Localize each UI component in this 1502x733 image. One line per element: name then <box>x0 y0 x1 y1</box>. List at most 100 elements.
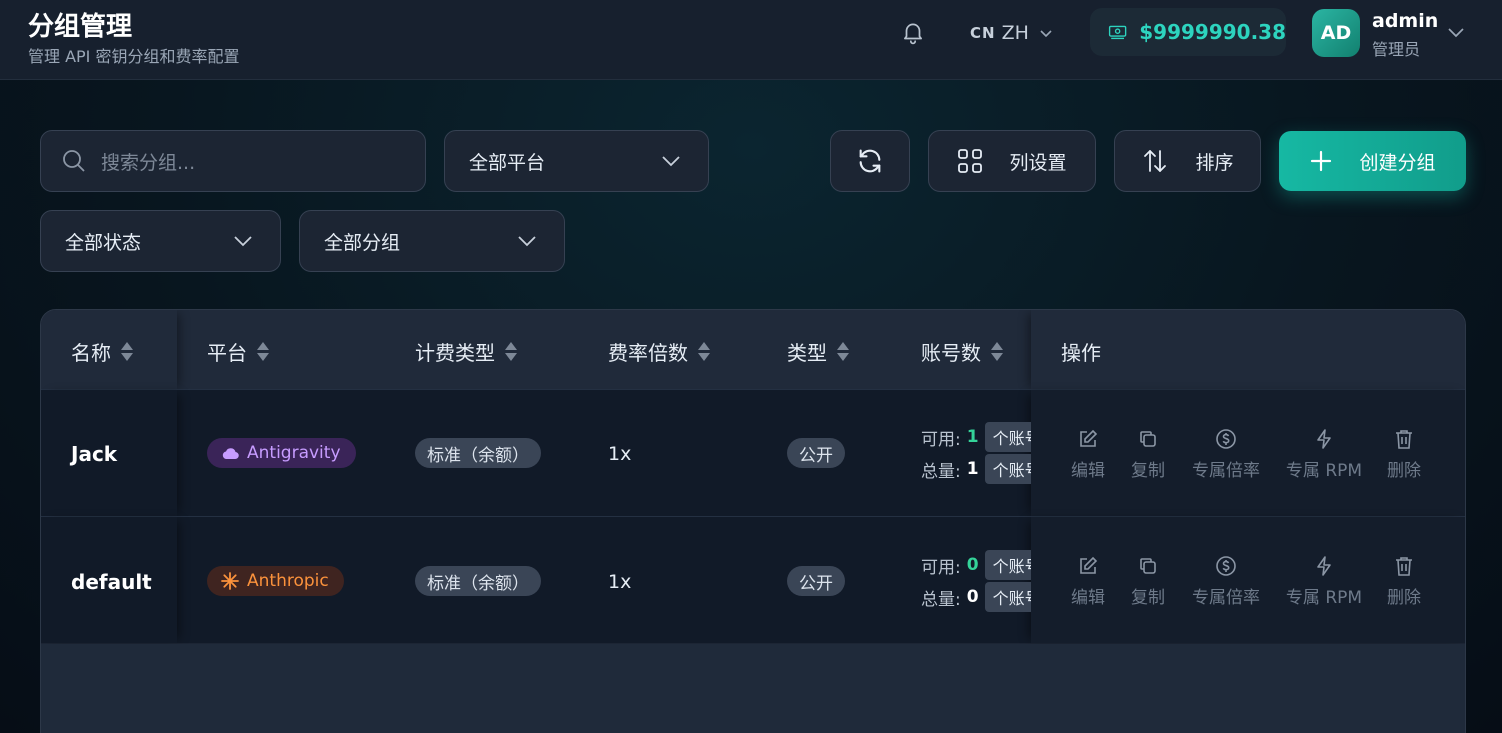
sort-label: 排序 <box>1195 151 1234 174</box>
edit-button[interactable]: 编辑 <box>1067 555 1109 608</box>
table-header: 名称 平台 计费类型 费率倍数 类型 账号数 操作 <box>41 310 1465 390</box>
refresh-button[interactable] <box>830 130 910 192</box>
platform-filter-select[interactable]: 全部平台 <box>444 130 709 192</box>
sort-icon <box>257 342 269 361</box>
sort-icon <box>121 342 133 361</box>
platform-name: Anthropic <box>247 571 329 591</box>
language-code: CN <box>970 24 996 42</box>
billing-badge: 标准（余额） <box>415 438 541 468</box>
dollar-circle-icon <box>1216 429 1236 449</box>
lightning-icon <box>1317 556 1331 576</box>
account-unit-tag: 个账号 <box>984 582 1031 612</box>
sort-button[interactable]: 排序 <box>1114 130 1261 192</box>
total-count: 1 <box>966 459 979 479</box>
column-settings-label: 列设置 <box>1009 151 1067 174</box>
total-count: 0 <box>966 587 979 607</box>
refresh-icon <box>859 149 881 173</box>
exclusive-rpm-button[interactable]: 专属 RPM <box>1283 428 1365 481</box>
table-empty-area <box>41 644 1465 733</box>
search-input[interactable]: 搜索分组... <box>40 130 426 192</box>
create-group-button[interactable]: 创建分组 <box>1279 131 1466 191</box>
language-label: ZH <box>1001 22 1029 44</box>
edit-label: 编辑 <box>1071 461 1105 481</box>
chevron-down-icon <box>662 156 680 167</box>
column-header-name[interactable]: 名称 <box>71 337 133 366</box>
cloud-icon <box>222 448 239 460</box>
column-header-platform[interactable]: 平台 <box>207 337 269 366</box>
table-row: Jack Antigravity 标准（余额） 1x 公开 可用: 1 个账号 … <box>41 389 1465 516</box>
money-icon <box>1108 25 1127 40</box>
available-line: 可用: 0 个账号 <box>921 549 1031 581</box>
trash-icon <box>1396 557 1412 576</box>
plus-icon <box>1311 150 1332 172</box>
search-icon <box>63 150 85 172</box>
exclusive-rate-button[interactable]: 专属倍率 <box>1187 555 1265 608</box>
edit-icon <box>1080 429 1098 447</box>
balance-amount: $9999990.38 <box>1139 20 1286 44</box>
column-settings-button[interactable]: 列设置 <box>928 130 1096 192</box>
sort-icon <box>698 342 710 361</box>
group-filter-select[interactable]: 全部分组 <box>299 210 565 272</box>
balance-badge: $9999990.38 <box>1090 8 1286 56</box>
column-header-type[interactable]: 类型 <box>787 337 849 366</box>
account-unit-tag: 个账号 <box>984 422 1031 452</box>
exclusive-rpm-label: 专属 RPM <box>1285 588 1363 608</box>
status-filter-select[interactable]: 全部状态 <box>40 210 281 272</box>
table-row: default Anthropic 标准（余额） 1x 公开 可用: 0 个账号… <box>41 516 1465 643</box>
groups-table: 名称 平台 计费类型 费率倍数 类型 账号数 操作 Jack Antigravi… <box>40 309 1466 733</box>
sort-icon <box>991 342 1003 361</box>
column-header-actions: 操作 <box>1061 337 1101 366</box>
account-count: 可用: 0 个账号 总量: 0 个账号 <box>921 549 1031 619</box>
exclusive-rate-label: 专属倍率 <box>1192 588 1260 608</box>
group-filter-value: 全部分组 <box>324 231 401 254</box>
available-label: 可用: <box>921 429 961 450</box>
bell-icon[interactable] <box>900 19 926 45</box>
chevron-down-icon <box>1040 30 1052 38</box>
platform-filter-value: 全部平台 <box>469 151 546 174</box>
exclusive-rpm-label: 专属 RPM <box>1285 461 1363 481</box>
trash-icon <box>1396 430 1412 449</box>
copy-button[interactable]: 复制 <box>1127 428 1169 481</box>
platform-badge: Antigravity <box>207 438 356 468</box>
lightning-icon <box>1317 429 1331 449</box>
chevron-down-icon[interactable] <box>1446 22 1466 42</box>
dollar-circle-icon <box>1216 556 1236 576</box>
column-header-label: 名称 <box>71 341 111 365</box>
column-header-label: 费率倍数 <box>608 341 688 365</box>
type-badge: 公开 <box>787 438 845 468</box>
account-count: 可用: 1 个账号 总量: 1 个账号 <box>921 421 1031 491</box>
language-selector[interactable]: CN ZH <box>970 22 1053 44</box>
available-count: 1 <box>966 427 979 447</box>
column-header-rate[interactable]: 费率倍数 <box>608 337 710 366</box>
sort-icon <box>505 342 517 361</box>
type-badge: 公开 <box>787 566 845 596</box>
user-role: 管理员 <box>1372 40 1421 59</box>
exclusive-rpm-button[interactable]: 专属 RPM <box>1283 555 1365 608</box>
row-actions: 编辑 复制 专属倍率 专属 RPM 删除 <box>1067 555 1425 608</box>
exclusive-rate-label: 专属倍率 <box>1192 461 1260 481</box>
column-header-label: 计费类型 <box>415 341 495 365</box>
user-name[interactable]: admin <box>1372 10 1438 32</box>
group-name: default <box>71 570 152 594</box>
total-line: 总量: 0 个账号 <box>921 581 1031 613</box>
avatar[interactable]: AD <box>1312 9 1360 57</box>
delete-button[interactable]: 删除 <box>1383 428 1425 481</box>
copy-label: 复制 <box>1131 461 1165 481</box>
column-header-accounts[interactable]: 账号数 <box>921 337 1003 366</box>
edit-button[interactable]: 编辑 <box>1067 428 1109 481</box>
exclusive-rate-button[interactable]: 专属倍率 <box>1187 428 1265 481</box>
available-label: 可用: <box>921 557 961 578</box>
available-count: 0 <box>966 555 979 575</box>
delete-button[interactable]: 删除 <box>1383 555 1425 608</box>
group-name: Jack <box>71 442 118 466</box>
chevron-down-icon <box>518 236 536 247</box>
copy-button[interactable]: 复制 <box>1127 555 1169 608</box>
delete-label: 删除 <box>1387 461 1421 481</box>
column-header-billing[interactable]: 计费类型 <box>415 337 517 366</box>
total-label: 总量: <box>921 461 961 482</box>
delete-label: 删除 <box>1387 588 1421 608</box>
grid-icon <box>958 149 983 173</box>
column-header-label: 操作 <box>1061 341 1101 365</box>
edit-icon <box>1080 556 1098 574</box>
page-title: 分组管理 <box>28 12 133 42</box>
